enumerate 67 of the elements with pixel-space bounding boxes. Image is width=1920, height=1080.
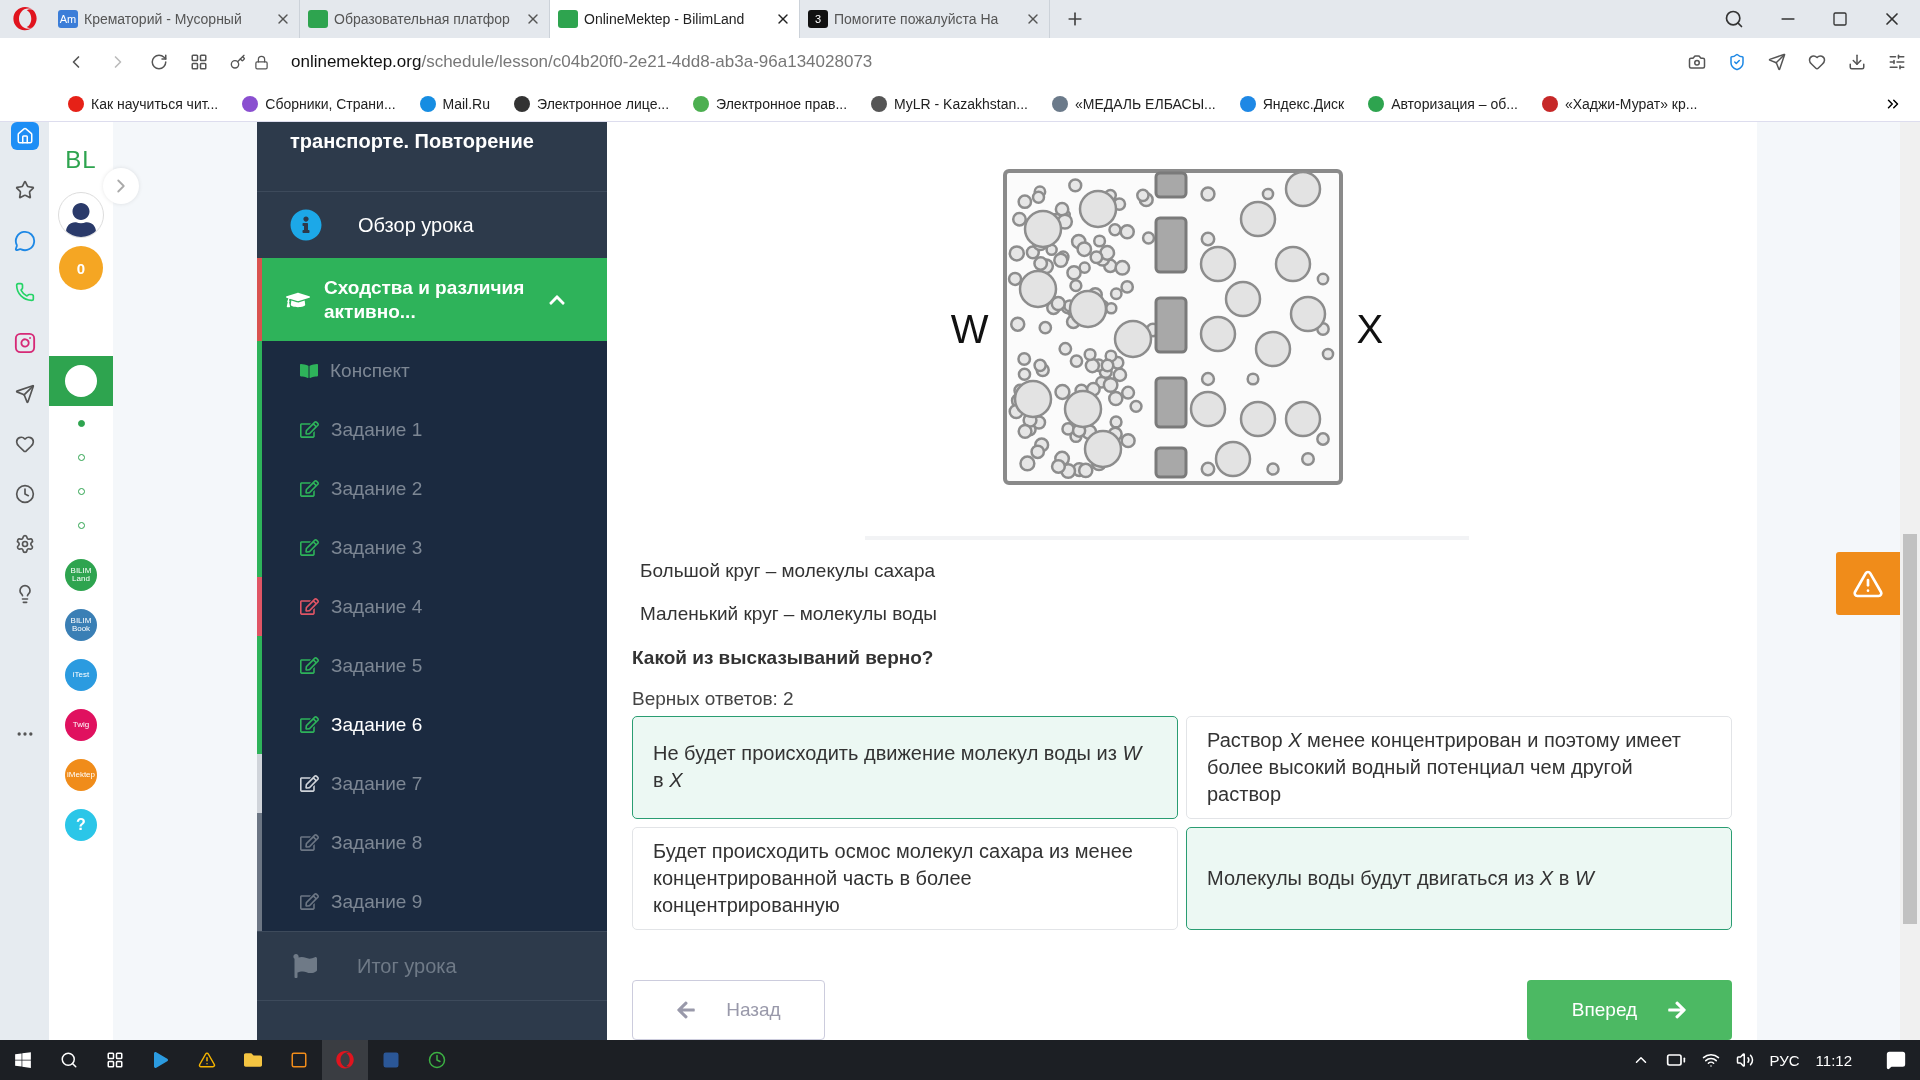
bookmark-link[interactable]: Mail.Ru xyxy=(419,95,491,112)
answer-option[interactable]: Будет происходить осмос молекул сахара из менее концентрированной часть в более концентрированную xyxy=(632,826,1178,930)
legend-text: Большой круг – молекулы сахара xyxy=(639,559,937,584)
answer-count: Верных ответов: 2 xyxy=(632,686,795,711)
star-icon[interactable] xyxy=(14,180,35,200)
url-field[interactable]: onlinemektep.org/schedule/lesson/c04b20f0-2e21-4dd8-ab3a-96a134028073 xyxy=(291,52,873,72)
heart-icon[interactable] xyxy=(14,434,35,454)
page-dot[interactable] xyxy=(77,420,85,427)
answer-option[interactable]: Молекулы воды будут двигаться из X в W xyxy=(1186,826,1732,930)
answer-option[interactable]: Не будет происходить движение молекул воды из W в X xyxy=(632,715,1178,819)
arrow-left-icon xyxy=(676,999,697,1020)
volume-icon[interactable] xyxy=(1735,1051,1754,1069)
lock-icon xyxy=(254,54,269,70)
maximize-icon[interactable] xyxy=(1832,11,1848,27)
notification-icon[interactable] xyxy=(1886,1050,1906,1070)
tab-favicon: 3 xyxy=(808,10,828,28)
heart-icon[interactable] xyxy=(1808,53,1826,71)
legend-text: Маленький круг – молекулы воды xyxy=(639,601,938,626)
bookmark-link[interactable]: «Хаджи-Мурат» кр... xyxy=(1541,95,1698,112)
camera-icon[interactable] xyxy=(1688,53,1706,71)
download-icon[interactable] xyxy=(1848,53,1866,71)
bookmark-link[interactable]: Авторизация – об... xyxy=(1368,95,1518,112)
lesson-title: транспорте. Повторение xyxy=(289,129,535,154)
send-icon[interactable] xyxy=(1768,53,1786,71)
app-icon[interactable]: BILIM Land xyxy=(65,559,97,591)
question-text: Какой из высказываний верно? xyxy=(632,645,935,670)
settings-icon[interactable] xyxy=(14,534,35,554)
tab-favicon-icon xyxy=(558,10,578,28)
tab-favicon: Am xyxy=(58,10,78,28)
bookmark-link[interactable]: «МЕДАЛЬ ЕЛБАСЫ... xyxy=(1051,95,1216,112)
tab-favicon-icon xyxy=(308,10,328,28)
bookmark-link[interactable]: Сборники, Страни... xyxy=(242,95,396,112)
bookmark-link[interactable]: MyLR - Kazakhstan... xyxy=(871,95,1028,112)
browser-tab[interactable]: OnlineMektep - BilimLand xyxy=(550,0,800,38)
bookmark-link[interactable]: Как научиться чит... xyxy=(68,95,219,112)
instagram-icon[interactable] xyxy=(13,332,36,354)
page-dot[interactable] xyxy=(77,522,85,529)
clock-time[interactable]: 11:12 xyxy=(1815,1051,1852,1069)
send-icon[interactable] xyxy=(14,384,35,404)
diagram-label: W xyxy=(950,306,989,352)
messenger-icon[interactable] xyxy=(13,230,36,252)
bookmark-link[interactable]: Яндекс.Диск xyxy=(1239,95,1345,112)
shield-icon[interactable] xyxy=(1728,53,1746,71)
grid-icon[interactable] xyxy=(190,53,208,71)
clock-icon[interactable] xyxy=(14,484,35,504)
flag-icon xyxy=(293,954,317,978)
home-icon[interactable] xyxy=(10,122,39,150)
bookmark-link[interactable]: Электронное лице... xyxy=(514,95,670,112)
language-indicator[interactable]: РУС xyxy=(1769,1051,1800,1069)
app-icon[interactable]: Twig xyxy=(65,709,97,741)
answer-option[interactable]: Раствор X менее концентрирован и поэтому имеет более высокий водный потенциал чем другой раствор xyxy=(1186,715,1732,819)
coin-badge: 0 xyxy=(59,246,103,290)
arrow-right-icon xyxy=(1667,999,1688,1020)
app-icon[interactable]: BILIM Book xyxy=(65,609,97,641)
wifi-icon[interactable] xyxy=(1701,1051,1720,1069)
scrollbar[interactable] xyxy=(1900,122,1920,1040)
settings-icon[interactable] xyxy=(1888,53,1906,71)
key-icon[interactable] xyxy=(230,54,246,70)
bookmark-link[interactable]: Электронное прав... xyxy=(693,95,848,112)
app-tile[interactable] xyxy=(49,356,113,406)
search-icon[interactable] xyxy=(1724,9,1744,29)
diagram-label: X xyxy=(1356,306,1384,352)
reload-icon[interactable] xyxy=(150,53,168,71)
page-dot[interactable] xyxy=(77,488,85,495)
logo[interactable]: BL xyxy=(65,146,97,174)
page-dot[interactable] xyxy=(77,454,85,461)
info-icon xyxy=(290,209,322,241)
